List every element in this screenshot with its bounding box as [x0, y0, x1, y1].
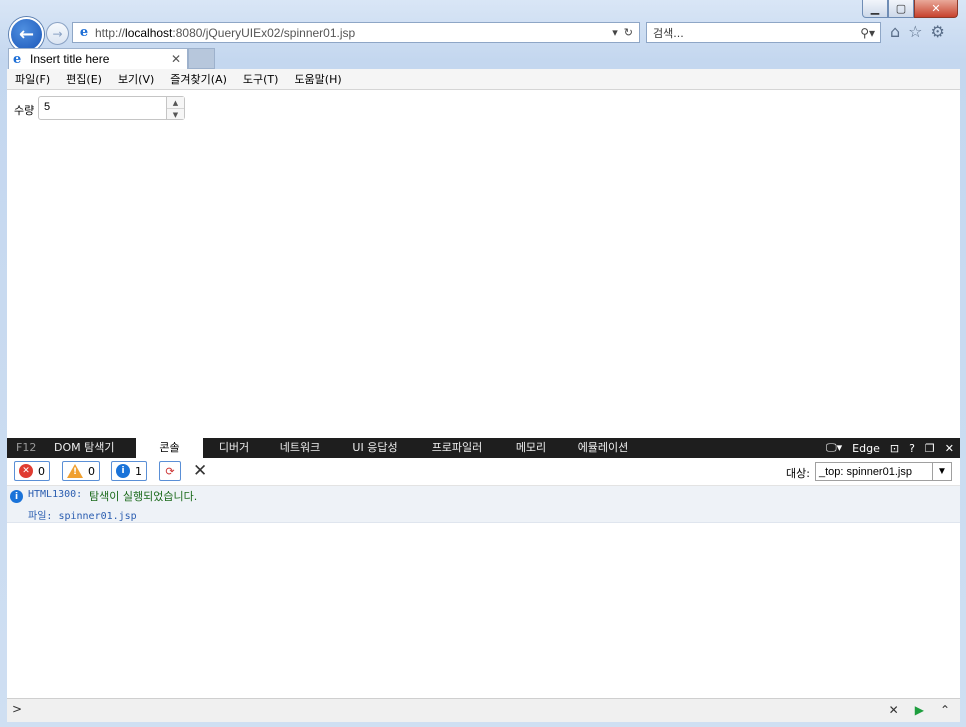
tab-memory[interactable]: 메모리	[499, 438, 563, 458]
tab-console[interactable]: 콘솔	[136, 438, 203, 458]
devtools-f12-label: F12	[16, 441, 37, 454]
close-devtools-icon[interactable]: ✕	[945, 442, 954, 455]
tab-profiler[interactable]: 프로파일러	[415, 438, 499, 458]
forward-arrow-icon: →	[52, 26, 63, 41]
tab-ui-responsiveness[interactable]: UI 응답성	[335, 438, 415, 458]
quantity-spinner[interactable]: ▲ ▼	[38, 96, 185, 120]
close-window-button[interactable]: ✕	[914, 0, 958, 18]
triangle-up-icon: ▲	[172, 98, 179, 107]
favorites-star-icon[interactable]: ☆	[908, 22, 922, 41]
warnings-count: 0	[88, 464, 95, 478]
target-label: 대상:	[786, 467, 810, 480]
back-arrow-icon: ←	[18, 24, 35, 45]
minimize-button[interactable]: ▁	[862, 0, 888, 18]
page-content: 수량 ▲ ▼	[7, 90, 960, 438]
info-icon: i	[116, 464, 130, 478]
browser-toolbar-icons: ⌂ ☆ ⚙	[890, 22, 945, 41]
gear-icon[interactable]: ⚙	[931, 22, 945, 41]
tab-debugger[interactable]: 디버거	[203, 438, 265, 458]
menu-bar: 파일(F) 편집(E) 보기(V) 즐겨찾기(A) 도구(T) 도움말(H)	[7, 69, 960, 90]
address-bar[interactable]: e http://localhost:8080/jQueryUIEx02/spi…	[72, 22, 640, 43]
devtools-actions: 🖵▾ Edge ⊡ ? ❐ ✕	[826, 438, 960, 458]
run-icon[interactable]: ▶	[915, 703, 924, 717]
window-controls: ▁ ▢ ✕	[862, 0, 958, 18]
browser-tab[interactable]: e Insert title here ✕	[8, 48, 188, 69]
chevron-down-icon: ▼	[932, 463, 951, 480]
ie-page-icon: e	[79, 24, 89, 40]
spinner-down-button[interactable]: ▼	[167, 109, 184, 120]
warnings-filter-button[interactable]: ! 0	[62, 461, 100, 481]
triangle-down-icon: ▼	[172, 110, 179, 119]
quantity-label: 수량	[14, 104, 35, 117]
menu-favorites[interactable]: 즐겨찾기(A)	[162, 71, 235, 87]
clear-input-icon[interactable]: ✕	[889, 703, 899, 717]
info-message-icon: i	[10, 490, 23, 503]
console-output: i HTML1300: 탐색이 실행되었습니다. 파일: spinner01.j…	[7, 486, 960, 698]
tab-network[interactable]: 네트워크	[265, 438, 335, 458]
errors-count: 0	[38, 464, 45, 478]
message-code[interactable]: HTML1300:	[28, 489, 82, 500]
tab-emulation[interactable]: 에뮬레이션	[563, 438, 643, 458]
menu-file[interactable]: 파일(F)	[7, 71, 58, 87]
target-select[interactable]: _top: spinner01.jsp ▼	[815, 462, 952, 481]
console-toolbar: ✕ 0 ! 0 i 1 ⟳ ✕ 대상: _top: spinner01.jsp …	[7, 458, 960, 486]
tab-dom-explorer[interactable]: DOM 탐색기	[54, 438, 136, 458]
clear-console-icon[interactable]: ✕	[193, 461, 207, 481]
refresh-icon[interactable]: ↻	[624, 26, 633, 39]
errors-filter-button[interactable]: ✕ 0	[14, 461, 50, 481]
warning-icon: !	[67, 464, 83, 478]
spinner-up-button[interactable]: ▲	[167, 97, 184, 109]
console-toggle-icon[interactable]: ⊡	[890, 442, 899, 455]
document-mode-icon[interactable]: 🖵▾	[826, 441, 842, 455]
ie-tab-icon: e	[13, 51, 22, 67]
message-text: 탐색이 실행되었습니다.	[89, 490, 198, 503]
info-count: 1	[135, 464, 142, 478]
tab-title: Insert title here	[30, 52, 110, 66]
document-mode-label[interactable]: Edge	[852, 442, 880, 455]
forward-button[interactable]: →	[46, 22, 69, 45]
help-icon[interactable]: ?	[909, 442, 915, 455]
menu-view[interactable]: 보기(V)	[110, 71, 162, 87]
search-icon[interactable]: ⚲▾	[860, 26, 875, 40]
address-dropdown-icon[interactable]: ▾	[612, 26, 618, 39]
info-filter-button[interactable]: i 1	[111, 461, 147, 481]
menu-tools[interactable]: 도구(T)	[235, 71, 287, 87]
console-prompt: >	[12, 702, 23, 716]
close-tab-icon[interactable]: ✕	[171, 52, 181, 66]
search-input[interactable]: 검색...	[647, 25, 860, 41]
error-icon: ✕	[19, 464, 33, 478]
quantity-input[interactable]	[39, 97, 169, 117]
undock-icon[interactable]: ❐	[925, 442, 935, 455]
back-button[interactable]: ←	[9, 17, 44, 52]
maximize-button[interactable]: ▢	[888, 0, 914, 18]
message-file-link[interactable]: 파일: spinner01.jsp	[28, 507, 137, 522]
clear-on-navigate-icon: ⟳	[165, 464, 175, 478]
target-value: _top: spinner01.jsp	[819, 465, 912, 478]
expand-icon[interactable]: ⌃	[940, 703, 950, 717]
search-box[interactable]: 검색... ⚲▾	[646, 22, 881, 43]
devtools-tabbar: F12 DOM 탐색기 콘솔 디버거 네트워크 UI 응답성 프로파일러 메모리…	[7, 438, 960, 458]
address-url[interactable]: http://localhost:8080/jQueryUIEx02/spinn…	[95, 26, 612, 40]
spinner-buttons: ▲ ▼	[166, 97, 184, 119]
url-host: localhost	[125, 25, 173, 40]
command-line-actions: ✕ ▶ ⌃	[889, 703, 950, 717]
console-command-line[interactable]: > ✕ ▶ ⌃	[7, 698, 960, 722]
home-icon[interactable]: ⌂	[890, 22, 900, 41]
menu-help[interactable]: 도움말(H)	[286, 71, 349, 87]
console-message: i HTML1300: 탐색이 실행되었습니다. 파일: spinner01.j…	[7, 486, 960, 523]
clear-on-navigate-button[interactable]: ⟳	[159, 461, 181, 481]
menu-edit[interactable]: 편집(E)	[58, 71, 110, 87]
new-tab-button[interactable]	[188, 48, 215, 69]
url-path: :8080/jQueryUIEx02/spinner01.jsp	[172, 25, 356, 40]
url-scheme: http://	[95, 25, 126, 40]
